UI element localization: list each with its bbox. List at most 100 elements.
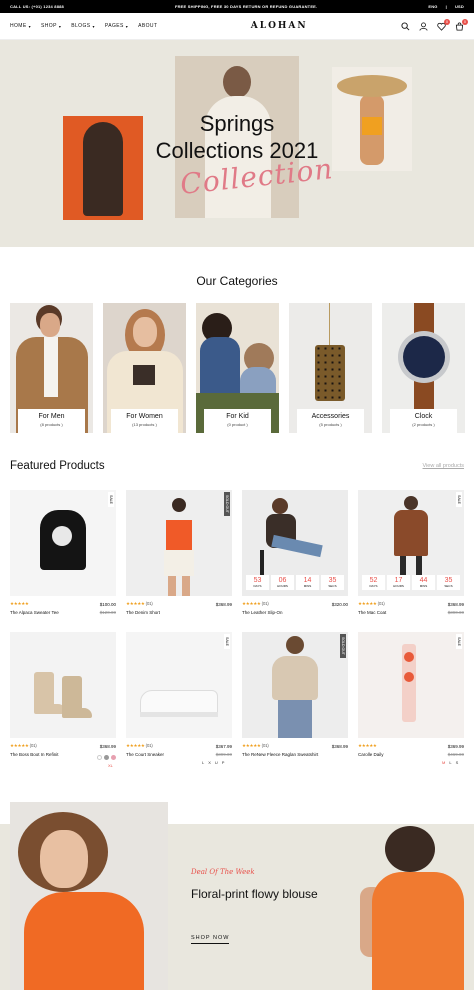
countdown-unit: DAYS	[369, 584, 378, 588]
review-count: (01)	[145, 601, 153, 606]
wishlist-icon[interactable]: 0	[437, 18, 450, 31]
countdown-value: 44	[419, 577, 428, 584]
product-card[interactable]: SOLD OUT ★★★★★(01) $368.99 The ReNew Flee…	[242, 632, 348, 768]
category-card-women[interactable]: For Women (13 products )	[103, 303, 186, 433]
category-name: For Women	[126, 413, 163, 420]
color-swatch[interactable]	[111, 755, 116, 760]
nav-pages[interactable]: PAGES ▾	[105, 23, 128, 29]
product-name[interactable]: The Alpaca Sweater Tee	[10, 610, 59, 615]
product-name[interactable]: The Mac Coat	[358, 610, 386, 615]
size-option[interactable]: L	[202, 760, 204, 765]
category-card-accessories[interactable]: Accessories (5 products )	[289, 303, 372, 433]
shop-now-button[interactable]: SHOP NOW	[191, 935, 230, 944]
product-name[interactable]: The Court Sneaker	[126, 752, 164, 757]
countdown-value: 52	[369, 577, 378, 584]
sale-badge: SALE	[224, 634, 230, 649]
category-name: For Men	[38, 413, 65, 420]
countdown-value: 53	[253, 577, 262, 584]
product-name[interactable]: The Denim Short	[126, 610, 160, 615]
product-price: $320.00	[331, 601, 348, 607]
product-price: $368.99	[447, 601, 464, 607]
product-card[interactable]: SALE ★★★★★ $369.99 Carolle Daily $469.00 M…	[358, 632, 464, 768]
size-option[interactable]: P	[222, 760, 225, 765]
category-label: For Women (13 products )	[111, 409, 178, 433]
category-count: (0 product )	[227, 422, 248, 427]
countdown-timer: 52 DAYS 17 HOURS 44 MINS 35 SECS	[362, 575, 460, 590]
deal-photo-left	[10, 802, 168, 990]
size-option[interactable]: U	[215, 760, 218, 765]
countdown-unit: SECS	[328, 584, 337, 588]
size-option[interactable]: S	[456, 760, 459, 765]
rating-stars: ★★★★★(01)	[126, 601, 153, 607]
nav-home[interactable]: HOME ▾	[10, 23, 31, 29]
nav-about[interactable]: ABOUT	[138, 23, 157, 29]
currency-select[interactable]: USD	[455, 4, 464, 9]
color-swatch[interactable]	[104, 755, 109, 760]
product-card[interactable]: SALE ★★★★★ $100.00 The Alpaca Sweater Tee…	[10, 490, 116, 615]
review-count: (01)	[29, 743, 37, 748]
wishlist-count-badge: 0	[444, 18, 450, 25]
product-card[interactable]: 53 DAYS 06 HOURS 14 MINS 35 SECS ★★★★★(01) $3…	[242, 490, 348, 615]
category-card-men[interactable]: For Men (8 products )	[10, 303, 93, 433]
site-logo[interactable]: ALOHAN	[251, 21, 308, 31]
review-count: (01)	[261, 601, 269, 606]
category-name: Clock	[414, 413, 433, 420]
countdown-value: 35	[328, 577, 337, 584]
rating-stars: ★★★★★(01)	[126, 743, 153, 749]
size-option[interactable]: M	[442, 760, 445, 765]
rating-stars: ★★★★★(01)	[10, 743, 37, 749]
sold-out-badge: SOLD OUT	[224, 492, 230, 516]
cart-icon[interactable]: 0	[455, 18, 468, 31]
category-card-kid[interactable]: For Kid (0 product )	[196, 303, 279, 433]
size-option[interactable]: X	[208, 760, 211, 765]
countdown-hours: 06 HOURS	[271, 575, 294, 590]
countdown-secs: 35 SECS	[437, 575, 460, 590]
product-old-price: $120.00	[99, 610, 116, 615]
rating-stars: ★★★★★(01)	[242, 601, 269, 607]
rating-stars-icon: ★★★★★	[126, 601, 145, 606]
nav-blogs[interactable]: BLOGS ▾	[71, 23, 95, 29]
featured-products-title: Featured Products	[10, 460, 105, 472]
review-count: (01)	[377, 601, 385, 606]
category-label: Clock (2 products )	[390, 409, 457, 433]
color-swatch[interactable]	[97, 755, 102, 760]
product-name[interactable]: Carolle Daily	[358, 752, 384, 757]
hero-title-line2: Collections 2021	[155, 138, 319, 163]
category-card-clock[interactable]: Clock (2 products )	[382, 303, 465, 433]
product-name[interactable]: The Boss Boot In Refinit	[10, 752, 59, 760]
category-label: For Men (8 products )	[18, 409, 85, 433]
category-count: (13 products )	[132, 422, 157, 427]
product-price: $368.99	[99, 743, 116, 749]
nav-shop[interactable]: SHOP ▾	[41, 23, 61, 29]
rating-stars: ★★★★★(01)	[242, 743, 269, 749]
countdown-secs: 35 SECS	[321, 575, 344, 590]
product-card[interactable]: ★★★★★(01) $368.99 The Boss Boot In Refini…	[10, 632, 116, 768]
rating-stars: ★★★★★(01)	[358, 601, 385, 607]
rating-stars-icon: ★★★★★	[126, 743, 145, 748]
cart-count-badge: 0	[462, 18, 468, 25]
product-old-price: $390.00	[447, 610, 464, 615]
product-grid-row-1: SALE ★★★★★ $100.00 The Alpaca Sweater Tee…	[10, 490, 464, 615]
category-count: (2 products )	[412, 422, 435, 427]
size-option[interactable]: L	[449, 760, 451, 765]
category-name: For Kid	[226, 413, 249, 420]
language-select[interactable]: ENG	[428, 4, 437, 9]
product-card[interactable]: SALE ★★★★★(01) $367.99 The Court Sneaker $…	[126, 632, 232, 768]
user-icon[interactable]	[419, 21, 428, 31]
countdown-value: 35	[444, 577, 453, 584]
product-card[interactable]: SOLD OUT ★★★★★(01) $368.99 The Denim Shor…	[126, 490, 232, 615]
promo-text: FREE SHIPPING, FREE 30 DAYS RETURN OR RE…	[174, 4, 318, 9]
rating-stars-icon: ★★★★★	[358, 601, 377, 606]
nav-about-label: ABOUT	[138, 23, 158, 29]
product-name[interactable]: The ReNew Fleece Raglan Sweatshirt	[242, 752, 318, 757]
deal-of-the-week-banner: Deal Of The Week Floral-print flowy blou…	[0, 802, 474, 990]
search-icon[interactable]	[401, 21, 410, 31]
product-card[interactable]: SALE 52 DAYS 17 HOURS 44 MINS 35 SECS ★★★★★(…	[358, 490, 464, 615]
product-price: $369.99	[447, 743, 464, 749]
product-old-price: $469.00	[447, 752, 464, 757]
sale-badge: SALE	[456, 634, 462, 649]
top-announcement-bar: CALL US: (+01) 1234 8888 FREE SHIPPING, …	[0, 0, 474, 13]
view-all-products-link[interactable]: View all products	[423, 463, 464, 469]
size-option[interactable]: XL	[108, 763, 113, 768]
product-name[interactable]: The Leather Slip-On	[242, 610, 283, 615]
